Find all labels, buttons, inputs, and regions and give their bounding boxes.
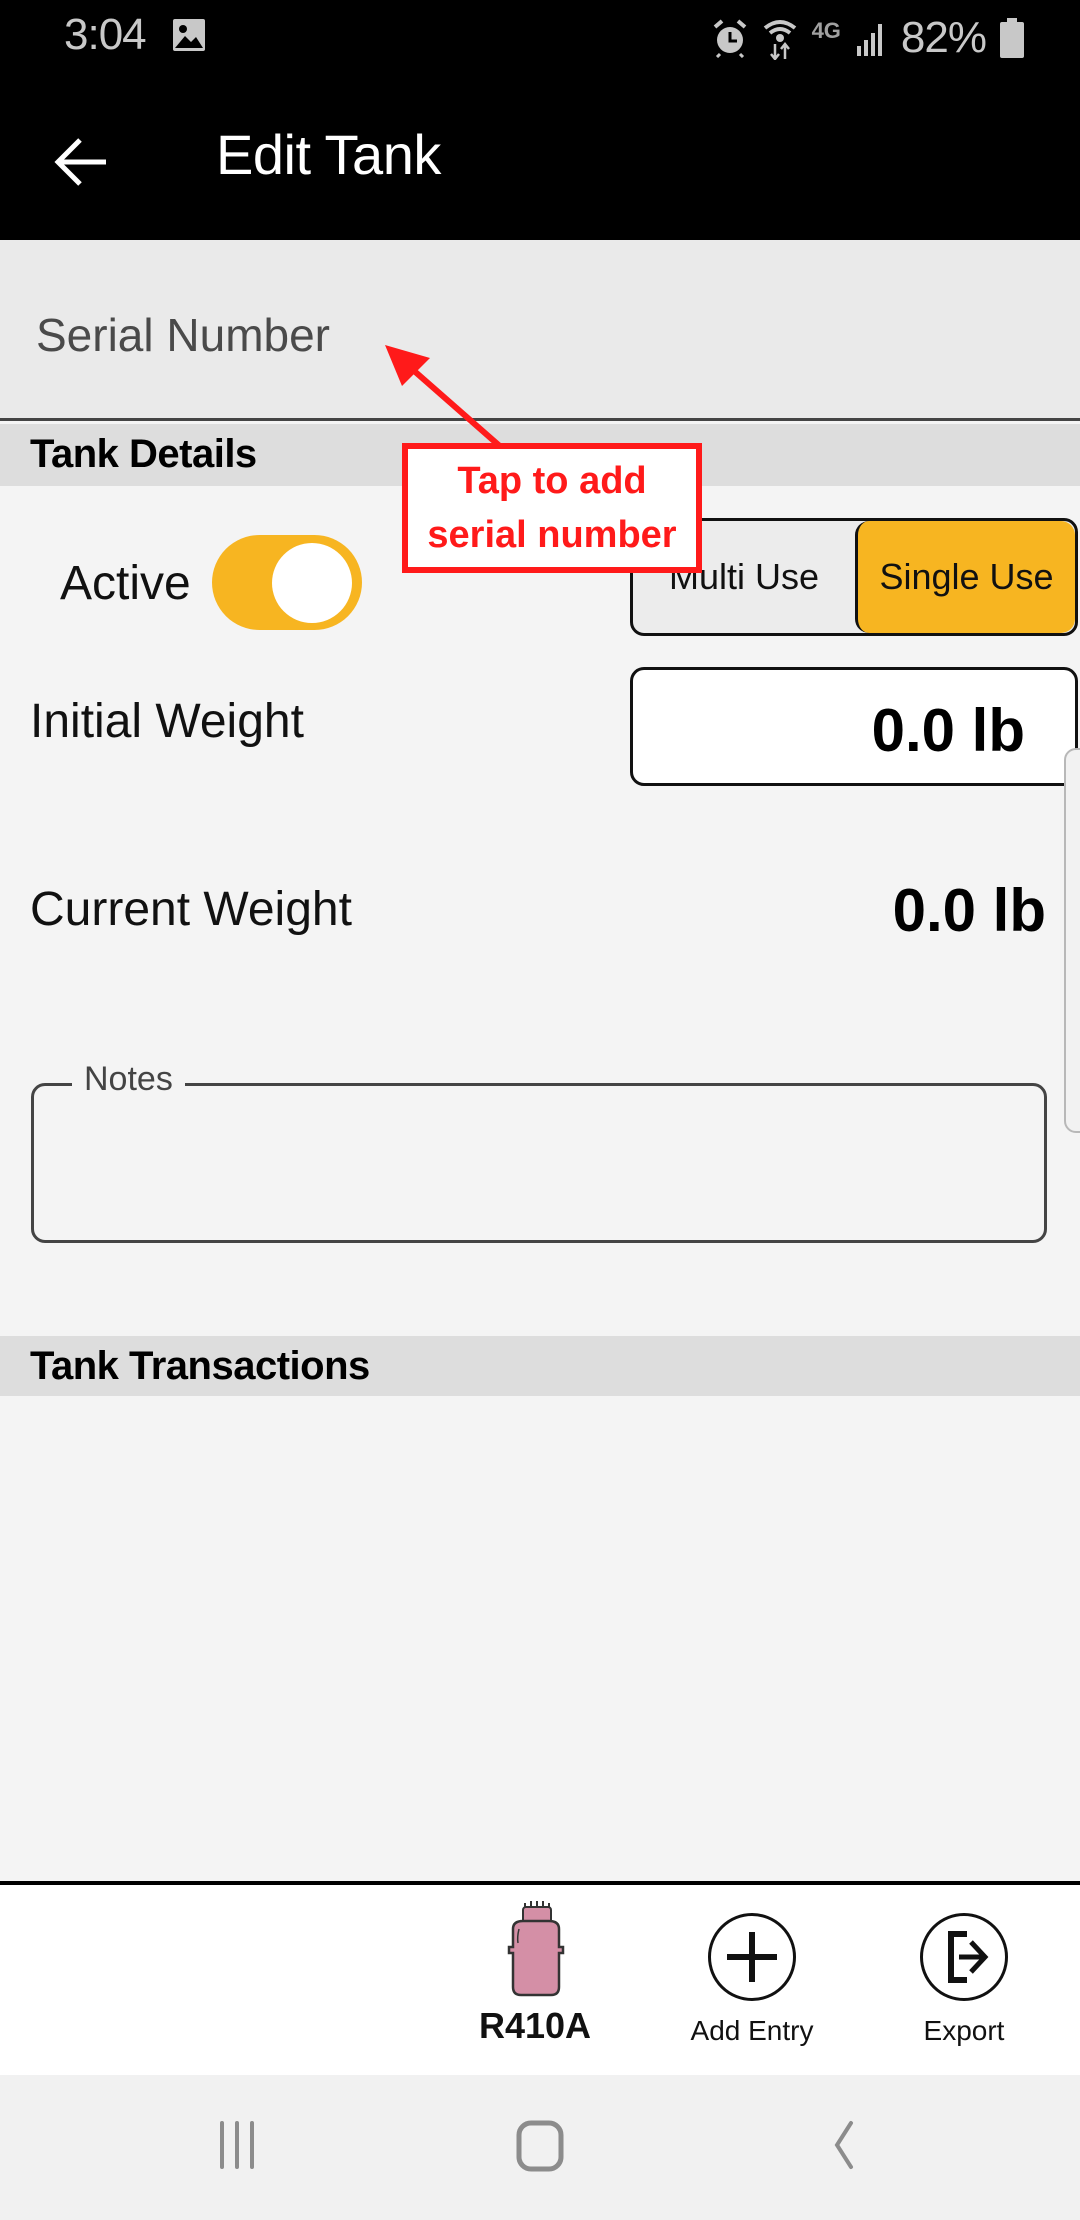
annotation-callout: Tap to add serial number (402, 443, 702, 573)
serial-number-placeholder: Serial Number (36, 309, 330, 361)
battery-icon (1000, 18, 1024, 58)
initial-weight-label: Initial Weight (30, 695, 304, 748)
bottom-action-bar: R410A Add Entry Export (0, 1881, 1080, 2075)
signal-icon (856, 24, 882, 56)
serial-number-input[interactable]: Serial Number (0, 240, 1080, 421)
gallery-icon (173, 19, 205, 51)
edit-tank-screen: 3:04 4G 82% Edit Tank Serial Number Tank… (0, 0, 1080, 2220)
alarm-icon (713, 19, 746, 58)
active-toggle[interactable] (212, 535, 362, 630)
refrigerant-tank-icon (507, 1901, 565, 1997)
annotation-arrow-icon (385, 345, 504, 451)
recents-button[interactable] (167, 2075, 307, 2220)
edge-panel-handle[interactable] (1064, 748, 1080, 1133)
initial-weight-input[interactable]: 0.0 lb (630, 667, 1078, 786)
plus-circle-icon (708, 1913, 796, 2001)
home-button[interactable] (470, 2075, 610, 2220)
add-entry-button[interactable]: Add Entry (652, 1885, 852, 2075)
tank-details-title: Tank Details (30, 432, 257, 476)
add-entry-label: Add Entry (690, 2015, 814, 2046)
recents-icon (220, 2121, 254, 2169)
back-button[interactable] (773, 2075, 913, 2220)
initial-weight-value: 0.0 lb (871, 697, 1025, 764)
notes-label: Notes (72, 1060, 185, 1099)
back-icon (834, 2121, 853, 2169)
export-icon (920, 1913, 1008, 2001)
annotation-text: Tap to add serial number (427, 460, 677, 556)
export-label: Export (923, 2015, 1005, 2046)
export-button[interactable]: Export (864, 1885, 1064, 2075)
arrow-left-icon[interactable] (52, 132, 112, 192)
active-label: Active (60, 557, 191, 610)
status-icons: 4G 82% (712, 10, 1024, 66)
status-bar: 3:04 4G 82% (0, 0, 1080, 100)
status-time: 3:04 (64, 10, 147, 59)
refrigerant-label: R410A (478, 2005, 592, 2046)
4g-lte-icon: 4G (811, 18, 841, 43)
current-weight-value: 0.0 lb (892, 877, 1046, 944)
notes-input[interactable]: Notes (31, 1060, 1047, 1243)
tank-transactions-header: Tank Transactions (0, 1336, 1080, 1396)
system-nav-bar (0, 2075, 1080, 2220)
tank-transactions-title: Tank Transactions (30, 1344, 370, 1388)
current-weight-label: Current Weight (30, 883, 352, 936)
toggle-knob (272, 543, 352, 623)
wifi-data-icon (763, 20, 796, 60)
page-title: Edit Tank (216, 123, 441, 186)
home-icon (516, 2120, 564, 2172)
toolbar: Edit Tank (0, 100, 1080, 240)
single-use-option[interactable]: Single Use (855, 521, 1075, 633)
transactions-list (0, 1396, 1080, 1881)
battery-percent: 82% (900, 13, 987, 62)
refrigerant-button[interactable]: R410A (435, 1885, 635, 2075)
